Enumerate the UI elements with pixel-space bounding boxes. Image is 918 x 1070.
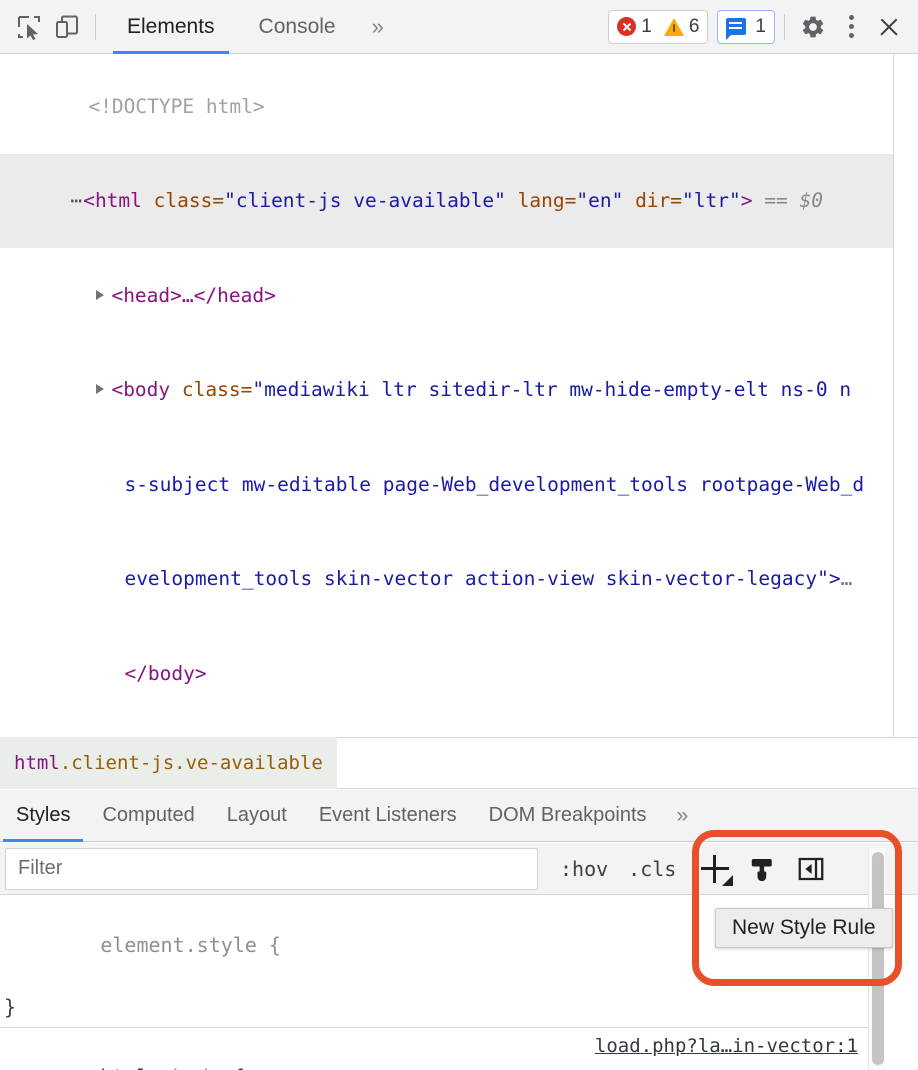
tab-layout[interactable]: Layout [211, 790, 303, 842]
rule-selector: element.style [100, 933, 257, 957]
dom-line-body-open[interactable]: <body class="mediawiki ltr sitedir-ltr m… [0, 343, 893, 438]
cls-button[interactable]: .cls [618, 857, 686, 881]
rule-selector-part-1: html [100, 1065, 148, 1070]
html-attr-class-name: class [154, 189, 213, 212]
html-attr-dir-value: "ltr" [682, 189, 741, 212]
device-toolbar-glyph [54, 14, 80, 40]
html-attr-lang-value: "en" [576, 189, 623, 212]
issues-counter[interactable]: 1 [717, 10, 775, 44]
inspect-cursor-glyph [16, 14, 42, 40]
filter-input[interactable] [5, 848, 538, 890]
tab-elements-label: Elements [127, 15, 215, 39]
body-attr-class-value-3: evelopment_tools skin-vector action-view… [124, 567, 840, 590]
rule-close-brace: } [4, 992, 868, 1023]
dom-line-doctype: <!DOCTYPE html> [0, 59, 893, 154]
gear-glyph [800, 14, 826, 40]
sidebar-more-tabs-icon[interactable]: » [663, 804, 703, 828]
more-vertical-icon[interactable] [832, 8, 870, 46]
rule-selector-part-2: body [173, 1065, 221, 1070]
plus-icon [700, 854, 730, 884]
dom-tree-right-border [893, 54, 894, 737]
styles-toolbar: :hov .cls [0, 843, 918, 895]
body-attr-class-value-2: s-subject mw-editable page-Web_developme… [124, 473, 864, 496]
dom-tree-panel[interactable]: <!DOCTYPE html> ⋯<html class="client-js … [0, 54, 893, 737]
issue-icon [726, 18, 746, 35]
breadcrumb-tag-name: html [14, 752, 60, 774]
html-tag-open: <html [83, 189, 142, 212]
more-tabs-icon[interactable]: » [358, 16, 398, 38]
dom-line-body-close: </body> [0, 626, 893, 721]
collapsed-dots: ⋯ [70, 189, 82, 212]
styles-pane-scrollbar[interactable] [868, 848, 885, 1070]
dropdown-caret-icon [722, 875, 733, 886]
body-tag-open: <body [111, 378, 181, 401]
html-tag-close-bracket: > [741, 189, 753, 212]
expand-triangle-icon[interactable] [96, 384, 104, 394]
tab-computed[interactable]: Computed [86, 790, 210, 842]
expand-triangle-icon[interactable] [96, 290, 104, 300]
tab-event-listeners[interactable]: Event Listeners [303, 790, 473, 842]
styles-sidebar-tab-list: Styles Computed Layout Event Listeners D… [0, 790, 918, 842]
warning-count: 6 [689, 17, 700, 36]
toggle-sidebar-icon [796, 854, 826, 884]
dom-line-body-wrap-2: evelopment_tools skin-vector action-view… [0, 532, 893, 627]
toolbar-divider-2 [784, 14, 785, 40]
tab-console[interactable]: Console [237, 0, 358, 54]
body-children-ellipsis: … [841, 567, 853, 590]
tab-dom-breakpoints[interactable]: DOM Breakpoints [473, 790, 663, 842]
more-dots-glyph [848, 14, 854, 40]
close-icon[interactable] [870, 8, 908, 46]
warning-icon [664, 18, 684, 36]
breadcrumb-classes: .client-js.ve-available [60, 752, 323, 774]
console-counters[interactable]: 1 6 [608, 10, 708, 44]
toolbar-divider-1 [95, 14, 96, 40]
tab-elements[interactable]: Elements [105, 0, 237, 54]
body-attr-class-name: class= [182, 378, 252, 401]
error-count: 1 [641, 17, 652, 36]
element-classes-button[interactable] [742, 848, 784, 890]
html-attr-lang-name: lang [518, 189, 565, 212]
dom-line-html-open[interactable]: ⋯<html class="client-js ve-available" la… [0, 154, 893, 249]
close-glyph [877, 15, 901, 39]
inspect-cursor-icon[interactable] [10, 8, 48, 46]
gear-icon[interactable] [794, 8, 832, 46]
panel-tab-list: Elements Console » [105, 0, 398, 54]
breadcrumb: html.client-js.ve-available [0, 737, 918, 789]
issue-count: 1 [755, 17, 766, 36]
scrollbar-thumb[interactable] [872, 852, 884, 1065]
selected-node-marker: == $0 [764, 189, 823, 212]
tab-styles[interactable]: Styles [0, 790, 86, 842]
tab-console-label: Console [259, 15, 336, 39]
dom-line-body-wrap-1: s-subject mw-editable page-Web_developme… [0, 437, 893, 532]
html-attr-class-value: "client-js ve-available" [224, 189, 506, 212]
paintbrush-icon [748, 854, 778, 884]
body-attr-class-value-1: "mediawiki ltr sitedir-ltr mw-hide-empty… [252, 378, 851, 401]
dom-line-html-close: </html> [0, 721, 893, 738]
new-style-rule-tooltip: New Style Rule [715, 908, 893, 948]
head-node-text: <head>…</head> [111, 284, 275, 307]
device-toolbar-icon[interactable] [48, 8, 86, 46]
breadcrumb-item-html[interactable]: html.client-js.ve-available [0, 737, 337, 789]
dom-line-head[interactable]: <head>…</head> [0, 248, 893, 343]
new-style-rule-button[interactable] [694, 848, 736, 890]
style-rule-html-body[interactable]: load.php?la…in-vector:1 html, body { fon… [0, 1028, 868, 1070]
hov-button[interactable]: :hov [550, 857, 618, 881]
error-icon [617, 17, 636, 36]
devtools-window: Elements Console » 1 6 1 [0, 0, 918, 1070]
devtools-main-toolbar: Elements Console » 1 6 1 [0, 0, 918, 54]
toggle-computed-sidebar-button[interactable] [790, 848, 832, 890]
html-attr-dir-name: dir [635, 189, 670, 212]
rule-source-link[interactable]: load.php?la…in-vector:1 [595, 1031, 858, 1062]
